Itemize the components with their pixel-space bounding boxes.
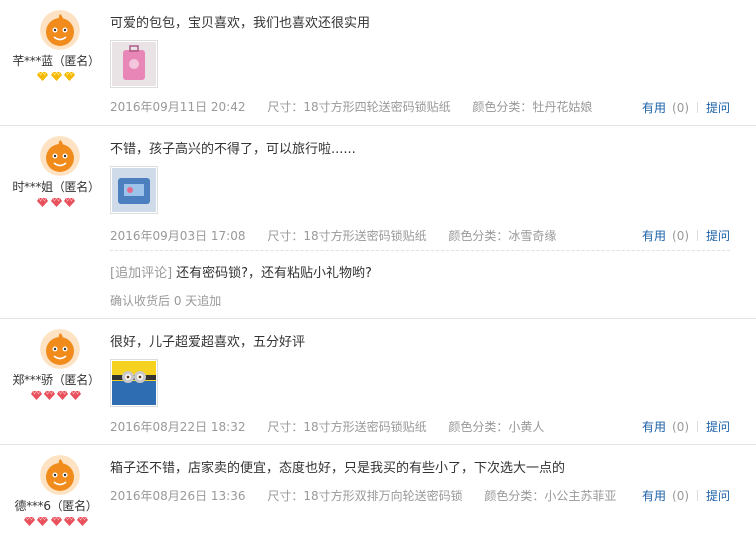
ask-question-link[interactable]: 提问 [706, 420, 730, 434]
buyer-level-badges [0, 391, 112, 403]
append-text: 还有密码锁?，还有粘贴小礼物哟? [176, 266, 372, 281]
review-actions: 有用 (0) 提问 [642, 487, 730, 504]
review-meta: 2016年09月11日 20:42 尺寸：18寸方形四轮送密码锁贴纸 颜色分类：… [110, 98, 610, 115]
useful-count: (0) [672, 101, 690, 115]
avatar[interactable] [40, 455, 80, 495]
useful-button[interactable]: 有用 [642, 229, 666, 243]
suitcase-photo-icon [112, 42, 156, 86]
buyer-level-badges [0, 517, 112, 529]
buyer-level-badges [0, 198, 112, 210]
avatar[interactable] [40, 329, 80, 369]
appended-review: [追加评论] 还有密码锁?，还有粘贴小礼物哟? [110, 262, 372, 281]
append-tag: [追加评论] [110, 266, 173, 281]
review-photo-thumbnail[interactable] [110, 166, 158, 214]
gold-diamond-icon [37, 72, 49, 81]
sku-color: 颜色分类：小黄人 [448, 420, 545, 434]
review-text: 箱子还不错，店家卖的便宜，态度也好，只是我买的有些小了，下次选大一点的 [110, 461, 566, 476]
review-meta: 2016年09月03日 17:08 尺寸：18寸方形送密码锁贴纸 颜色分类：冰雪… [110, 227, 574, 244]
ask-question-link[interactable]: 提问 [706, 229, 730, 243]
red-heart-diamond-icon [50, 517, 62, 526]
append-timing: 确认收货后 0 天追加 [110, 294, 222, 308]
red-heart-diamond-icon [37, 198, 49, 207]
red-heart-diamond-icon [63, 517, 75, 526]
review-photo-thumbnail[interactable] [110, 40, 158, 88]
review-actions: 有用 (0) 提问 [642, 227, 730, 244]
useful-button[interactable]: 有用 [642, 489, 666, 503]
divider [697, 102, 699, 113]
review-meta: 2016年08月26日 13:36 尺寸：18寸方形双排万向轮送密码锁 颜色分类… [110, 487, 634, 504]
review-date: 2016年08月26日 13:36 [110, 489, 246, 503]
red-heart-diamond-icon [76, 517, 88, 526]
review-actions: 有用 (0) 提问 [642, 418, 730, 435]
sku-size: 尺寸：18寸方形双排万向轮送密码锁 [267, 489, 463, 503]
sku-color: 颜色分类：冰雪奇缘 [448, 229, 557, 243]
divider [110, 250, 730, 251]
useful-button[interactable]: 有用 [642, 420, 666, 434]
useful-count: (0) [672, 489, 690, 503]
gold-diamond-icon [50, 72, 62, 81]
sku-color: 颜色分类：牡丹花姑娘 [472, 100, 593, 114]
red-heart-diamond-icon [30, 391, 42, 400]
minion-suitcase-photo-icon [112, 361, 156, 405]
review-actions: 有用 (0) 提问 [642, 99, 730, 116]
suitcase-photo-icon [112, 168, 156, 212]
useful-button[interactable]: 有用 [642, 101, 666, 115]
useful-count: (0) [672, 229, 690, 243]
avatar-mascot-icon [40, 329, 80, 369]
review-date: 2016年09月11日 20:42 [110, 100, 246, 114]
review-text: 很好，儿子超爱超喜欢，五分好评 [110, 335, 306, 350]
useful-count: (0) [672, 420, 690, 434]
divider [697, 421, 699, 432]
review-item: 芊***蓝（匿名） 可爱的包包，宝贝喜欢，我们也喜欢还很实用 2016年09月1… [0, 0, 756, 126]
sku-size: 尺寸：18寸方形四轮送密码锁贴纸 [267, 100, 451, 114]
username: 德***6（匿名） [14, 499, 98, 513]
review-meta: 2016年08月22日 18:32 尺寸：18寸方形送密码锁贴纸 颜色分类：小黄… [110, 418, 562, 435]
username: 郑***骄（匿名） [12, 373, 100, 387]
sku-color: 颜色分类：小公主苏菲亚 [484, 489, 617, 503]
red-heart-diamond-icon [57, 391, 69, 400]
review-text: 可爱的包包，宝贝喜欢，我们也喜欢还很实用 [110, 16, 371, 31]
buyer-level-badges [0, 72, 112, 84]
red-heart-diamond-icon [63, 198, 75, 207]
sku-size: 尺寸：18寸方形送密码锁贴纸 [267, 229, 427, 243]
review-photo-thumbnail[interactable] [110, 359, 158, 407]
divider [697, 230, 699, 241]
review-text: 不错，孩子高兴的不得了，可以旅行啦...... [110, 142, 356, 157]
red-heart-diamond-icon [24, 517, 36, 526]
avatar-mascot-icon [40, 455, 80, 495]
ask-question-link[interactable]: 提问 [706, 489, 730, 503]
ask-question-link[interactable]: 提问 [706, 101, 730, 115]
review-date: 2016年09月03日 17:08 [110, 229, 246, 243]
gold-diamond-icon [63, 72, 75, 81]
review-item: 郑***骄（匿名） 很好，儿子超爱超喜欢，五分好评 2016年08月22日 18… [0, 319, 756, 445]
avatar[interactable] [40, 136, 80, 176]
avatar-mascot-icon [40, 10, 80, 50]
avatar-mascot-icon [40, 136, 80, 176]
username: 时***姐（匿名） [12, 180, 100, 194]
review-date: 2016年08月22日 18:32 [110, 420, 246, 434]
divider [697, 490, 699, 501]
red-heart-diamond-icon [70, 391, 82, 400]
red-heart-diamond-icon [50, 198, 62, 207]
review-item: 德***6（匿名） 箱子还不错，店家卖的便宜，态度也好，只是我买的有些小了，下次… [0, 445, 756, 541]
avatar[interactable] [40, 10, 80, 50]
sku-size: 尺寸：18寸方形送密码锁贴纸 [267, 420, 427, 434]
red-heart-diamond-icon [37, 517, 49, 526]
review-item: 时***姐（匿名） 不错，孩子高兴的不得了，可以旅行啦...... 2016年0… [0, 126, 756, 319]
red-heart-diamond-icon [43, 391, 55, 400]
username: 芊***蓝（匿名） [12, 54, 100, 68]
